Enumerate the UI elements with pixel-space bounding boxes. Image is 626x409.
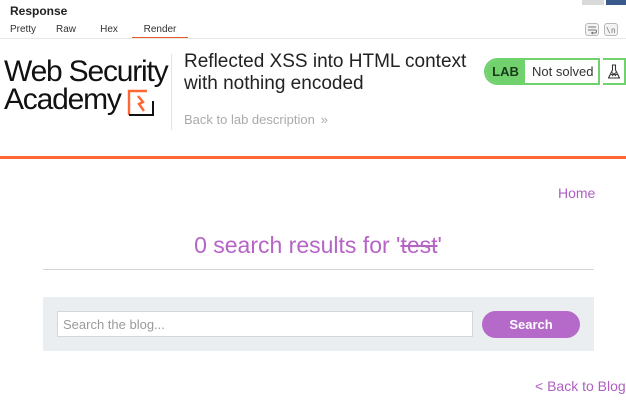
- panel-layout-toggle[interactable]: [582, 0, 626, 6]
- lab-badge: LAB: [486, 60, 525, 83]
- logo-text-line2: Academy: [4, 83, 122, 116]
- newline-icon[interactable]: \n: [604, 23, 618, 36]
- web-security-academy-logo[interactable]: Web Security Academy: [4, 57, 170, 117]
- lab-status-widget: LAB Not solved: [484, 58, 600, 85]
- layout-toggle-left[interactable]: [582, 0, 604, 5]
- newline-glyph: \n: [606, 26, 616, 35]
- back-to-blog-link[interactable]: < Back to Blog: [535, 378, 626, 394]
- tab-raw[interactable]: Raw: [46, 21, 86, 39]
- panel-title: Response: [10, 4, 68, 18]
- double-chevron-right-icon: »: [320, 112, 328, 127]
- layout-toggle-right[interactable]: [606, 0, 626, 5]
- response-view-tabs: Pretty Raw Hex Render: [0, 21, 188, 39]
- search-button[interactable]: Search: [482, 311, 580, 338]
- tab-pretty[interactable]: Pretty: [0, 21, 46, 39]
- back-to-lab-description-link[interactable]: Back to lab description »: [184, 112, 328, 127]
- lab-title: Reflected XSS into HTML context with not…: [184, 51, 467, 94]
- results-prefix: 0 search results for ': [194, 232, 401, 258]
- results-suffix: ': [437, 232, 442, 258]
- back-to-lab-label: Back to lab description: [184, 112, 315, 127]
- header-divider: [171, 54, 172, 130]
- tab-hex[interactable]: Hex: [86, 21, 132, 39]
- academy-bolt-icon: [127, 89, 154, 116]
- search-input[interactable]: [57, 311, 473, 337]
- flask-icon[interactable]: [603, 58, 626, 85]
- header-orange-rule: [0, 156, 626, 159]
- lab-header: Web Security Academy Reflected XSS into …: [0, 40, 626, 159]
- search-results-heading: 0 search results for 'test': [0, 232, 626, 259]
- response-panel-header: Response Pretty Raw Hex Render \n: [0, 0, 626, 40]
- flask-glyph: [607, 63, 620, 79]
- svg-text:\n: \n: [606, 26, 616, 35]
- home-link[interactable]: Home: [558, 185, 595, 201]
- lab-status-text: Not solved: [532, 64, 594, 79]
- results-divider: [43, 269, 594, 270]
- search-term: test: [400, 232, 438, 258]
- blog-search-form: Search: [43, 297, 594, 351]
- word-wrap-icon[interactable]: [585, 23, 599, 36]
- tabs-divider: [0, 38, 626, 39]
- tab-render[interactable]: Render: [132, 21, 188, 39]
- word-wrap-glyph: [588, 26, 597, 35]
